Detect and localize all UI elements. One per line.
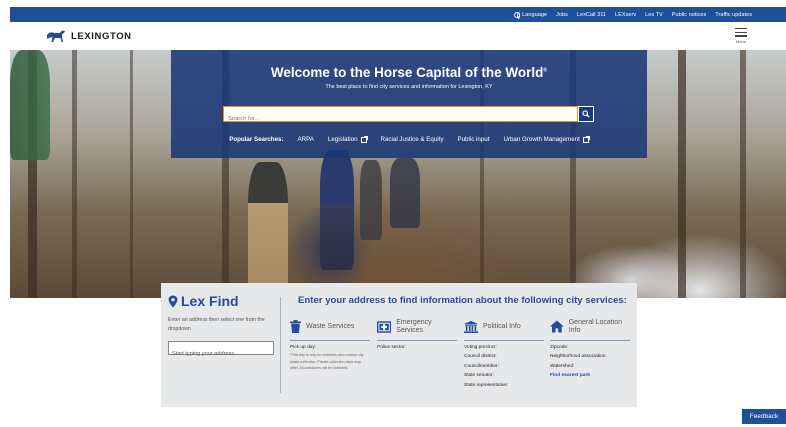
hamburger-icon-bar [735,35,747,37]
service-name: Political Info [483,322,521,330]
service-political: Political Info Voting precinct: Council … [464,315,544,390]
jobs-link[interactable]: Jobs [556,12,568,18]
popular-searches-label: Popular Searches: [229,136,284,143]
hiker-figure [320,150,354,270]
service-header: Waste Services [290,315,370,341]
logo-text: LEXINGTON [71,30,132,42]
hiker-figure [10,50,50,160]
government-building-icon [464,320,478,333]
popular-link-text: Urban Growth Management [503,136,580,143]
field-note: *This day is only for residents who rece… [290,353,364,371]
registered-mark: ® [543,67,548,74]
menu-label: Menu [735,39,746,45]
trash-icon [290,320,301,333]
popular-link-urban-growth[interactable]: Urban Growth Management [503,135,590,143]
external-link-icon [582,135,590,143]
popular-link-legislation[interactable]: Legislation [327,135,368,143]
lex-find-heading: Enter your address to find information a… [298,295,627,306]
service-header: Political Info [464,315,544,341]
location-pin-icon [168,295,178,307]
divider [280,297,281,393]
lex-find-title-text: Lex Find [181,293,239,309]
tree-trunk [678,50,686,298]
popular-link-text: ARPA [297,136,314,143]
menu-button[interactable]: Menu [734,28,748,44]
address-field [168,341,274,360]
lex-find-title: Lex Find [168,293,239,309]
tree-trunk [72,50,77,298]
horse-logo-icon [47,30,65,42]
globe-icon [514,11,521,20]
hero-search-panel: Welcome to the Horse Capital of the Worl… [171,50,647,158]
service-fields: Voting precinct: Council district: Counc… [464,343,544,390]
language-link[interactable]: Language [514,11,547,20]
field-label: Council district: [464,354,497,360]
service-emergency: Emergency Services Police sector: [377,315,457,352]
field-label: State representative: [464,382,509,388]
site-search-box [223,106,578,126]
service-waste: Waste Services Pick up day: *This day is… [290,315,370,372]
popular-link-text: Racial Justice & Equity [380,136,444,143]
popular-link-text: Public input [457,136,490,143]
hero-subtitle: The best place to find city services and… [325,84,493,90]
hero-section: Welcome to the Horse Capital of the Worl… [10,50,786,298]
external-link-icon [360,135,368,143]
search-button[interactable] [578,106,594,122]
address-input[interactable] [169,348,273,360]
lex-find-panel: Lex Find Enter an address then select on… [161,283,637,407]
service-name: General Location Info [568,318,623,334]
hamburger-icon-bar [735,31,747,33]
hiker-figure [390,158,420,228]
field-label: Councilmember: [464,363,499,369]
lexcall-311-link[interactable]: LexCall 311 [577,12,606,18]
field-label: Pick up day: [290,345,317,350]
hero-title: Welcome to the Horse Capital of the Worl… [171,65,647,80]
hiker-figure [248,162,288,298]
site-search-input[interactable] [224,112,577,126]
hiker-figure [360,160,382,240]
field-label: Police sector: [377,345,406,350]
service-name: Emergency Services [396,318,432,334]
field-label: Watershed: [550,363,575,369]
service-fields: Zipcode: Neighborhood association: Water… [550,343,630,381]
service-general-location: General Location Info Zipcode: Neighborh… [550,315,630,381]
popular-link-arpa[interactable]: ARPA [298,136,314,143]
traffic-updates-link[interactable]: Traffic updates [715,12,752,18]
utility-links: Language Jobs LexCall 311 LEXserv Lex TV… [514,7,752,22]
emergency-icon [377,320,392,333]
service-header: General Location Info [550,315,630,341]
site-logo[interactable]: LEXINGTON [46,29,132,43]
field-label: Neighborhood association: [550,354,607,360]
utility-bar: Language Jobs LexCall 311 LEXserv Lex TV… [10,7,786,22]
field-label: State senator: [464,373,494,379]
find-nearest-park-link[interactable]: Find nearest park [550,371,630,380]
lexserv-link[interactable]: LEXserv [615,12,636,18]
home-icon [550,320,564,333]
service-fields: Police sector: [377,343,457,352]
site-header: LEXINGTON Menu [10,22,786,50]
lex-tv-link[interactable]: Lex TV [645,12,663,18]
hamburger-icon [735,28,747,30]
service-fields: Pick up day: *This day is only for resid… [290,343,370,372]
field-label: Voting precinct: [464,345,497,350]
popular-link-public-input[interactable]: Public input [457,136,489,143]
lex-find-description: Enter an address then select one from th… [168,317,265,332]
public-notices-link[interactable]: Public notices [672,12,707,18]
search-icon [582,110,590,118]
popular-link-text: Legislation [327,136,358,143]
field-label: Zipcode: [550,345,569,350]
tree-trunk [740,50,746,298]
popular-link-racial-justice[interactable]: Racial Justice & Equity [381,136,444,143]
service-header: Emergency Services [377,315,457,341]
service-name: Waste Services [306,322,355,330]
feedback-button[interactable]: Feedback [742,409,786,424]
hero-title-text: Welcome to the Horse Capital of the Worl… [270,65,544,80]
tree-trunk [130,50,133,298]
popular-searches: Popular Searches: ARPA Legislation Racia… [171,135,647,143]
